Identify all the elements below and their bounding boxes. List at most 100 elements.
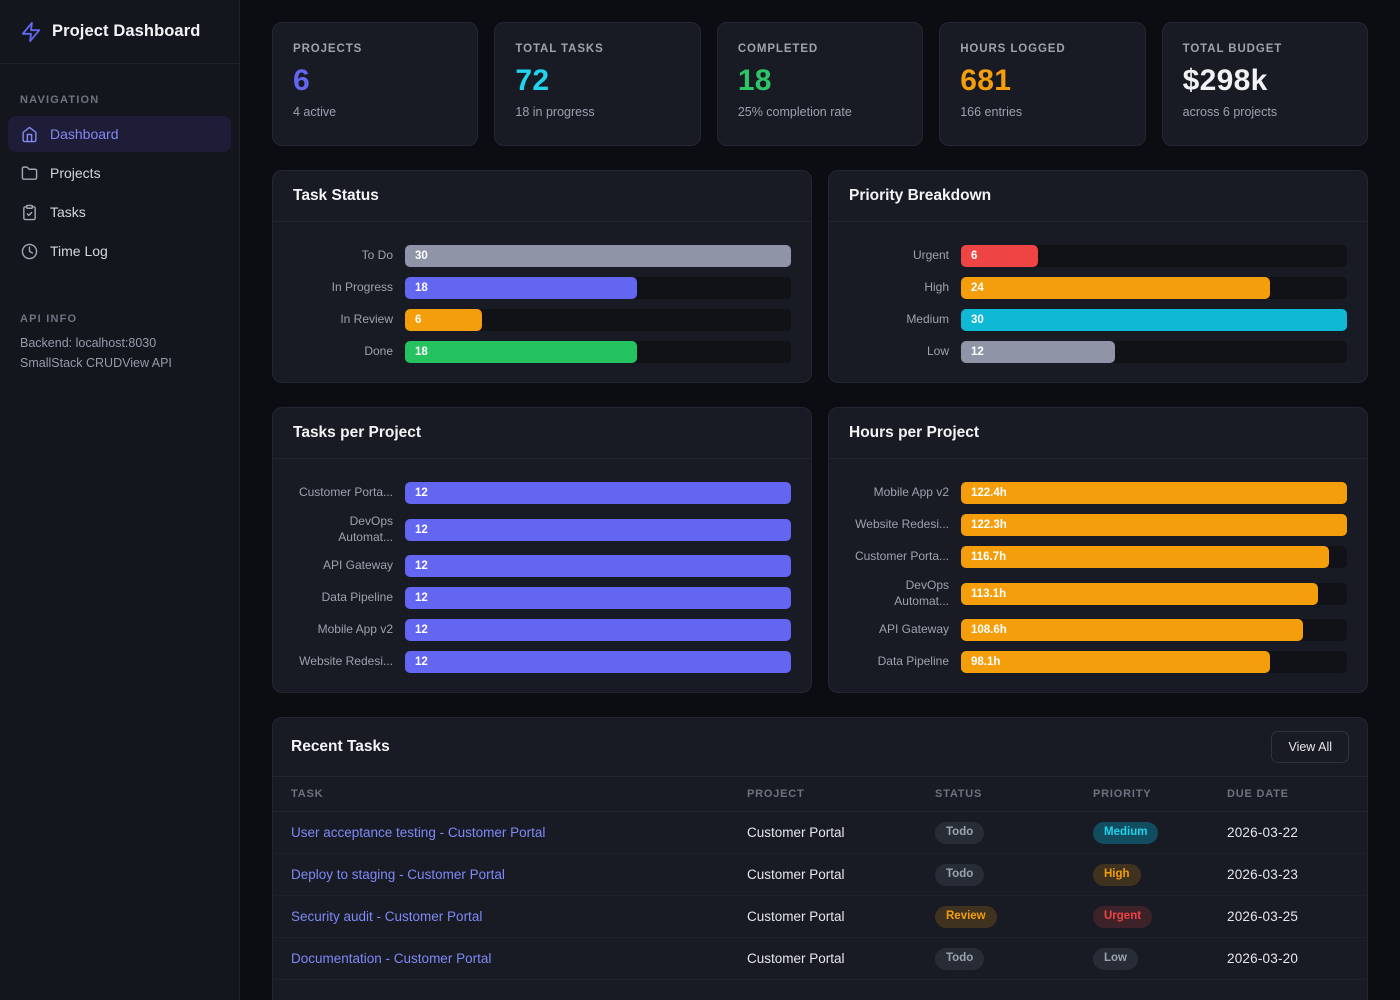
bar-track: 12 bbox=[405, 482, 791, 504]
bar-fill: 108.6h bbox=[961, 619, 1303, 641]
bar-label: DevOps Automat... bbox=[849, 578, 949, 609]
priority-breakdown-card: Priority Breakdown Urgent6High24Medium30… bbox=[828, 170, 1368, 383]
project-cell: Customer Portal bbox=[747, 867, 935, 882]
recent-tasks-header: Recent Tasks View All bbox=[273, 718, 1367, 776]
bar-value-label: 98.1h bbox=[971, 656, 1000, 668]
bar-fill: 24 bbox=[961, 277, 1270, 299]
bar-row: Low12 bbox=[849, 341, 1347, 363]
due-date-cell: 2026-03-22 bbox=[1227, 825, 1349, 840]
bar-track: 12 bbox=[405, 519, 791, 541]
bar-row: DevOps Automat... 113.1h bbox=[849, 578, 1347, 609]
bar-label: In Review bbox=[293, 312, 393, 328]
bar-value-label: 12 bbox=[971, 346, 984, 358]
bar-value-label: 18 bbox=[415, 282, 428, 294]
view-all-button[interactable]: View All bbox=[1271, 731, 1349, 763]
bar-value-label: 108.6h bbox=[971, 624, 1007, 636]
stat-label: HOURS LOGGED bbox=[960, 43, 1124, 55]
bar-row: Mobile App v2 12 bbox=[293, 619, 791, 641]
bar-value-label: 6 bbox=[971, 250, 977, 262]
bar-row: Urgent6 bbox=[849, 245, 1347, 267]
bar-value-label: 30 bbox=[971, 314, 984, 326]
due-date-cell: 2026-03-20 bbox=[1227, 951, 1349, 966]
priority-badge: High bbox=[1093, 864, 1141, 886]
hours-per-project-header: Hours per Project bbox=[829, 408, 1367, 459]
bar-fill: 30 bbox=[405, 245, 791, 267]
tasks-per-project-card: Tasks per Project Customer Porta...12Dev… bbox=[272, 407, 812, 693]
stat-card-completed: COMPLETED1825% completion rate bbox=[717, 22, 923, 146]
sidebar-item-dashboard[interactable]: Dashboard bbox=[8, 116, 231, 152]
task-link[interactable]: Deploy to staging - Customer Portal bbox=[291, 867, 747, 882]
bar-value-label: 12 bbox=[415, 524, 428, 536]
bar-row: Done 18 bbox=[293, 341, 791, 363]
nav-section-label: NAVIGATION bbox=[20, 94, 219, 106]
priority-badge: Urgent bbox=[1093, 906, 1152, 928]
bar-label: Mobile App v2 bbox=[293, 622, 393, 638]
stat-card-projects: PROJECTS64 active bbox=[272, 22, 478, 146]
bar-track: 18 bbox=[405, 277, 791, 299]
sidebar: Project Dashboard NAVIGATION DashboardPr… bbox=[0, 0, 240, 1000]
bar-track: 12 bbox=[405, 651, 791, 673]
bar-row: In Review 6 bbox=[293, 309, 791, 331]
zap-icon bbox=[20, 21, 42, 43]
project-cell: Customer Portal bbox=[747, 825, 935, 840]
stat-card-total-budget: TOTAL BUDGET$298kacross 6 projects bbox=[1162, 22, 1368, 146]
bar-label: API Gateway bbox=[849, 622, 949, 638]
bar-track: 116.7h bbox=[961, 546, 1347, 568]
clipboard-check-icon bbox=[21, 204, 38, 221]
table-row: Deploy to staging - Customer PortalCusto… bbox=[273, 854, 1367, 896]
sidebar-item-time-log[interactable]: Time Log bbox=[8, 233, 231, 269]
stat-subtext: 4 active bbox=[293, 105, 457, 119]
sidebar-item-tasks[interactable]: Tasks bbox=[8, 194, 231, 230]
bar-value-label: 24 bbox=[971, 282, 984, 294]
project-cell: Customer Portal bbox=[747, 909, 935, 924]
bar-value-label: 116.7h bbox=[971, 551, 1006, 563]
stat-label: TOTAL TASKS bbox=[515, 43, 679, 55]
bar-fill: 122.4h bbox=[961, 482, 1347, 504]
due-date-cell: 2026-03-23 bbox=[1227, 867, 1349, 882]
status-badge: Review bbox=[935, 906, 997, 928]
task-link[interactable]: User acceptance testing - Customer Porta… bbox=[291, 825, 747, 840]
bar-value-label: 12 bbox=[415, 487, 428, 499]
api-info-label: API INFO bbox=[20, 313, 219, 325]
bar-track: 6 bbox=[405, 309, 791, 331]
bar-fill: 12 bbox=[405, 587, 791, 609]
bar-track: 12 bbox=[405, 619, 791, 641]
hours-per-project-title: Hours per Project bbox=[849, 424, 1347, 442]
bar-value-label: 12 bbox=[415, 560, 428, 572]
task-status-chart: To Do30In Progress18In Review6Done18 bbox=[273, 222, 811, 382]
bar-label: Medium bbox=[849, 312, 949, 328]
bar-fill: 18 bbox=[405, 277, 637, 299]
bar-track: 122.4h bbox=[961, 482, 1347, 504]
table-row: User acceptance testing - Customer Porta… bbox=[273, 812, 1367, 854]
priority-badge: Low bbox=[1093, 948, 1138, 970]
priority-cell: Low bbox=[1093, 948, 1227, 970]
bar-track: 24 bbox=[961, 277, 1347, 299]
bar-value-label: 122.3h bbox=[971, 519, 1007, 531]
tasks-per-project-header: Tasks per Project bbox=[273, 408, 811, 459]
bar-fill: 6 bbox=[961, 245, 1038, 267]
bar-label: High bbox=[849, 280, 949, 296]
charts-row-1: Task Status To Do30In Progress18In Revie… bbox=[272, 170, 1368, 383]
status-badge: Todo bbox=[935, 864, 984, 886]
bar-label: Website Redesi... bbox=[293, 654, 393, 670]
column-header-priority: PRIORITY bbox=[1093, 788, 1227, 800]
sidebar-item-label: Dashboard bbox=[50, 126, 119, 142]
bar-track: 30 bbox=[961, 309, 1347, 331]
bar-value-label: 18 bbox=[415, 346, 428, 358]
task-status-header: Task Status bbox=[273, 171, 811, 222]
stat-value: 18 bbox=[738, 64, 902, 98]
stat-card-total-tasks: TOTAL TASKS7218 in progress bbox=[494, 22, 700, 146]
bar-label: API Gateway bbox=[293, 558, 393, 574]
tasks-per-project-title: Tasks per Project bbox=[293, 424, 791, 442]
task-link[interactable]: Documentation - Customer Portal bbox=[291, 951, 747, 966]
bar-fill: 18 bbox=[405, 341, 637, 363]
bar-fill: 12 bbox=[405, 519, 791, 541]
table-body: User acceptance testing - Customer Porta… bbox=[273, 812, 1367, 980]
task-link[interactable]: Security audit - Customer Portal bbox=[291, 909, 747, 924]
recent-tasks-title: Recent Tasks bbox=[291, 738, 390, 756]
sidebar-item-projects[interactable]: Projects bbox=[8, 155, 231, 191]
bar-fill: 113.1h bbox=[961, 583, 1318, 605]
clock-icon bbox=[21, 243, 38, 260]
task-status-title: Task Status bbox=[293, 187, 791, 205]
bar-label: Done bbox=[293, 344, 393, 360]
